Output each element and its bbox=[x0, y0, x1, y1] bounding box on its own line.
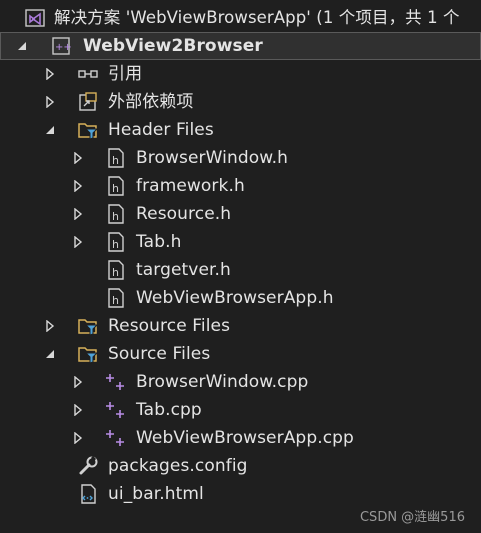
tree-row-references[interactable]: 引用 bbox=[0, 60, 481, 88]
html-file-icon bbox=[77, 483, 99, 505]
tree-row-webviewbrowserapp-cpp[interactable]: WebViewBrowserApp.cpp bbox=[0, 424, 481, 452]
collapsed-arrow-icon[interactable] bbox=[70, 178, 86, 194]
tree-row-header-files[interactable]: Header Files bbox=[0, 116, 481, 144]
cpp-project-icon: ++ bbox=[50, 35, 72, 57]
collapsed-arrow-icon[interactable] bbox=[42, 94, 58, 110]
cpp-file-icon bbox=[105, 427, 127, 449]
tree-row-framework-h[interactable]: h framework.h bbox=[0, 172, 481, 200]
svg-text:h: h bbox=[112, 182, 119, 195]
expanded-arrow-icon[interactable] bbox=[42, 346, 58, 362]
cpp-file-icon bbox=[105, 371, 127, 393]
header-file-icon: h bbox=[105, 203, 127, 225]
filter-folder-icon bbox=[77, 315, 99, 337]
visual-studio-solution-icon bbox=[24, 7, 46, 29]
cpp-file-icon bbox=[105, 399, 127, 421]
collapsed-arrow-icon[interactable] bbox=[42, 318, 58, 334]
expanded-arrow-icon[interactable] bbox=[42, 122, 58, 138]
tree-row-browserwindow-h[interactable]: h BrowserWindow.h bbox=[0, 144, 481, 172]
tree-label: BrowserWindow.h bbox=[136, 148, 289, 168]
tree-label: Source Files bbox=[108, 344, 211, 364]
tree-row-webviewbrowserapp-h[interactable]: h WebViewBrowserApp.h bbox=[0, 284, 481, 312]
references-icon bbox=[77, 63, 99, 85]
tree-label: targetver.h bbox=[136, 260, 231, 280]
tree-label: Tab.cpp bbox=[136, 400, 202, 420]
svg-text:h: h bbox=[112, 266, 119, 279]
svg-text:h: h bbox=[112, 210, 119, 223]
collapsed-arrow-icon[interactable] bbox=[70, 430, 86, 446]
tree-label: Resource Files bbox=[108, 316, 231, 336]
header-file-icon: h bbox=[105, 231, 127, 253]
solution-explorer: 解决方案 'WebViewBrowserApp' (1 个项目，共 1 个 ++… bbox=[0, 0, 481, 533]
tree-label: 引用 bbox=[108, 64, 143, 84]
tree-row-browserwindow-cpp[interactable]: BrowserWindow.cpp bbox=[0, 368, 481, 396]
svg-text:h: h bbox=[112, 294, 119, 307]
header-file-icon: h bbox=[105, 287, 127, 309]
tree-label: BrowserWindow.cpp bbox=[136, 372, 309, 392]
tree-row-solution[interactable]: 解决方案 'WebViewBrowserApp' (1 个项目，共 1 个 bbox=[0, 4, 481, 32]
collapsed-arrow-icon[interactable] bbox=[70, 402, 86, 418]
collapsed-arrow-icon[interactable] bbox=[70, 150, 86, 166]
external-dependencies-icon bbox=[77, 91, 99, 113]
tree-row-external-dependencies[interactable]: 外部依赖项 bbox=[0, 88, 481, 116]
collapsed-arrow-icon[interactable] bbox=[70, 374, 86, 390]
solution-label: 解决方案 'WebViewBrowserApp' (1 个项目，共 1 个 bbox=[54, 8, 460, 27]
tree-row-resource-h[interactable]: h Resource.h bbox=[0, 200, 481, 228]
tree-row-source-files[interactable]: Source Files bbox=[0, 340, 481, 368]
collapsed-arrow-icon[interactable] bbox=[70, 206, 86, 222]
tree-label: WebViewBrowserApp.h bbox=[136, 288, 334, 308]
tree-label: Tab.h bbox=[136, 232, 182, 252]
header-file-icon: h bbox=[105, 175, 127, 197]
tree-label: Resource.h bbox=[136, 204, 232, 224]
tree-row-ui-bar-html[interactable]: ui_bar.html bbox=[0, 480, 481, 508]
tree-row-tab-h[interactable]: h Tab.h bbox=[0, 228, 481, 256]
tree-row-resource-files[interactable]: Resource Files bbox=[0, 312, 481, 340]
tree-row-targetver-h[interactable]: h targetver.h bbox=[0, 256, 481, 284]
project-label: WebView2Browser bbox=[83, 36, 263, 56]
tree-row-tab-cpp[interactable]: Tab.cpp bbox=[0, 396, 481, 424]
tree-label: packages.config bbox=[108, 456, 248, 476]
tree-label: 外部依赖项 bbox=[108, 92, 194, 112]
tree-row-project[interactable]: ++ WebView2Browser bbox=[0, 32, 481, 60]
filter-folder-icon bbox=[77, 119, 99, 141]
tree-label: Header Files bbox=[108, 120, 214, 140]
svg-text:++: ++ bbox=[55, 42, 72, 53]
collapsed-arrow-icon[interactable] bbox=[42, 66, 58, 82]
tree-label: ui_bar.html bbox=[108, 484, 204, 504]
filter-folder-icon bbox=[77, 343, 99, 365]
svg-text:h: h bbox=[112, 154, 119, 167]
tree-row-packages-config[interactable]: packages.config bbox=[0, 452, 481, 480]
expanded-arrow-icon[interactable] bbox=[14, 38, 30, 54]
collapsed-arrow-icon[interactable] bbox=[70, 234, 86, 250]
config-wrench-icon bbox=[77, 455, 99, 477]
svg-text:h: h bbox=[112, 238, 119, 251]
tree-label: WebViewBrowserApp.cpp bbox=[136, 428, 354, 448]
tree-label: framework.h bbox=[136, 176, 245, 196]
watermark: CSDN @涟幽516 bbox=[359, 510, 465, 525]
header-file-icon: h bbox=[105, 259, 127, 281]
header-file-icon: h bbox=[105, 147, 127, 169]
